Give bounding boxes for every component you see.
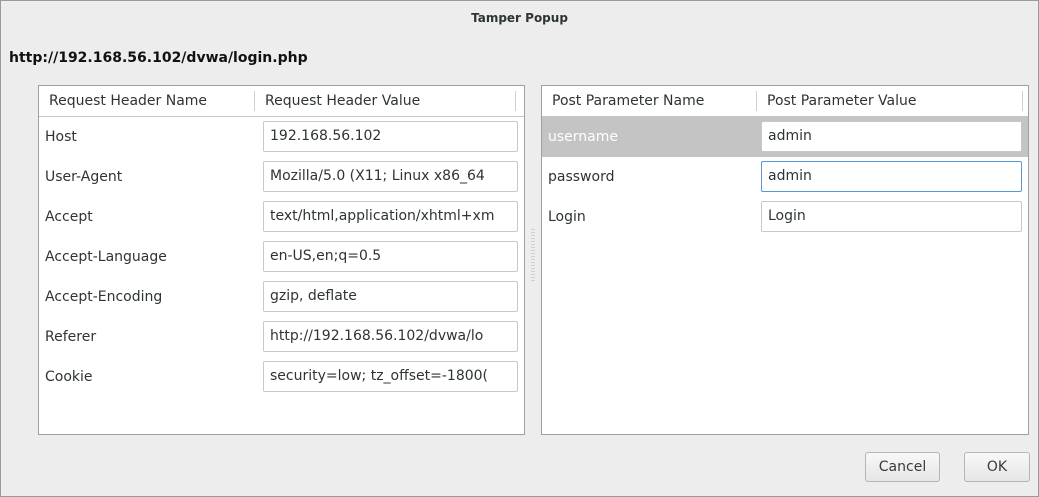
param-name: username [548,129,618,145]
column-post-parameter-name[interactable]: Post Parameter Name [542,86,756,116]
header-value-field[interactable]: 192.168.56.102 [263,121,518,152]
table-row[interactable]: Accept text/html,application/xhtml+xm [39,197,524,237]
table-row[interactable]: Cookie security=low; tz_offset=-1800( [39,357,524,397]
table-row[interactable]: Host 192.168.56.102 [39,117,524,157]
ok-button[interactable]: OK [964,452,1030,482]
request-headers-table: Request Header Name Request Header Value… [38,85,525,435]
param-name: Login [548,209,586,225]
param-value-field[interactable]: admin [761,121,1022,152]
column-separator [515,91,516,111]
header-name: Referer [45,329,97,345]
table-row-selected[interactable]: username admin [542,117,1028,157]
request-url: http://192.168.56.102/dvwa/login.php [9,50,308,66]
title-bar[interactable]: Tamper Popup [1,1,1038,35]
table-row[interactable]: password admin [542,157,1028,197]
pane-splitter-handle[interactable] [531,229,535,283]
header-name: Cookie [45,369,93,385]
param-value-field[interactable]: admin [761,161,1022,192]
header-name: Accept-Language [45,249,167,265]
header-name: Accept-Encoding [45,289,163,305]
post-parameters-table: Post Parameter Name Post Parameter Value… [541,85,1029,435]
table-row[interactable]: Accept-Language en-US,en;q=0.5 [39,237,524,277]
column-post-parameter-value[interactable]: Post Parameter Value [757,86,1022,116]
header-value-field[interactable]: text/html,application/xhtml+xm [263,201,518,232]
header-value-field[interactable]: gzip, deflate [263,281,518,312]
header-value-field[interactable]: en-US,en;q=0.5 [263,241,518,272]
param-value-field[interactable]: Login [761,201,1022,232]
table-row[interactable]: Referer http://192.168.56.102/dvwa/lo [39,317,524,357]
header-value-field[interactable]: http://192.168.56.102/dvwa/lo [263,321,518,352]
table-row[interactable]: User-Agent Mozilla/5.0 (X11; Linux x86_6… [39,157,524,197]
request-headers-header: Request Header Name Request Header Value [39,86,524,117]
cancel-button[interactable]: Cancel [865,452,940,482]
post-parameters-header: Post Parameter Name Post Parameter Value [542,86,1028,117]
header-name: Accept [45,209,93,225]
header-name: Host [45,129,77,145]
table-row[interactable]: Login Login [542,197,1028,237]
tamper-popup-window: Tamper Popup http://192.168.56.102/dvwa/… [0,0,1039,497]
window-title: Tamper Popup [471,11,568,25]
header-name: User-Agent [45,169,123,185]
table-row[interactable]: Accept-Encoding gzip, deflate [39,277,524,317]
header-value-field[interactable]: security=low; tz_offset=-1800( [263,361,518,392]
column-request-header-value[interactable]: Request Header Value [255,86,515,116]
param-name: password [548,169,615,185]
header-value-field[interactable]: Mozilla/5.0 (X11; Linux x86_64 [263,161,518,192]
column-request-header-name[interactable]: Request Header Name [39,86,254,116]
column-separator [1022,91,1023,111]
